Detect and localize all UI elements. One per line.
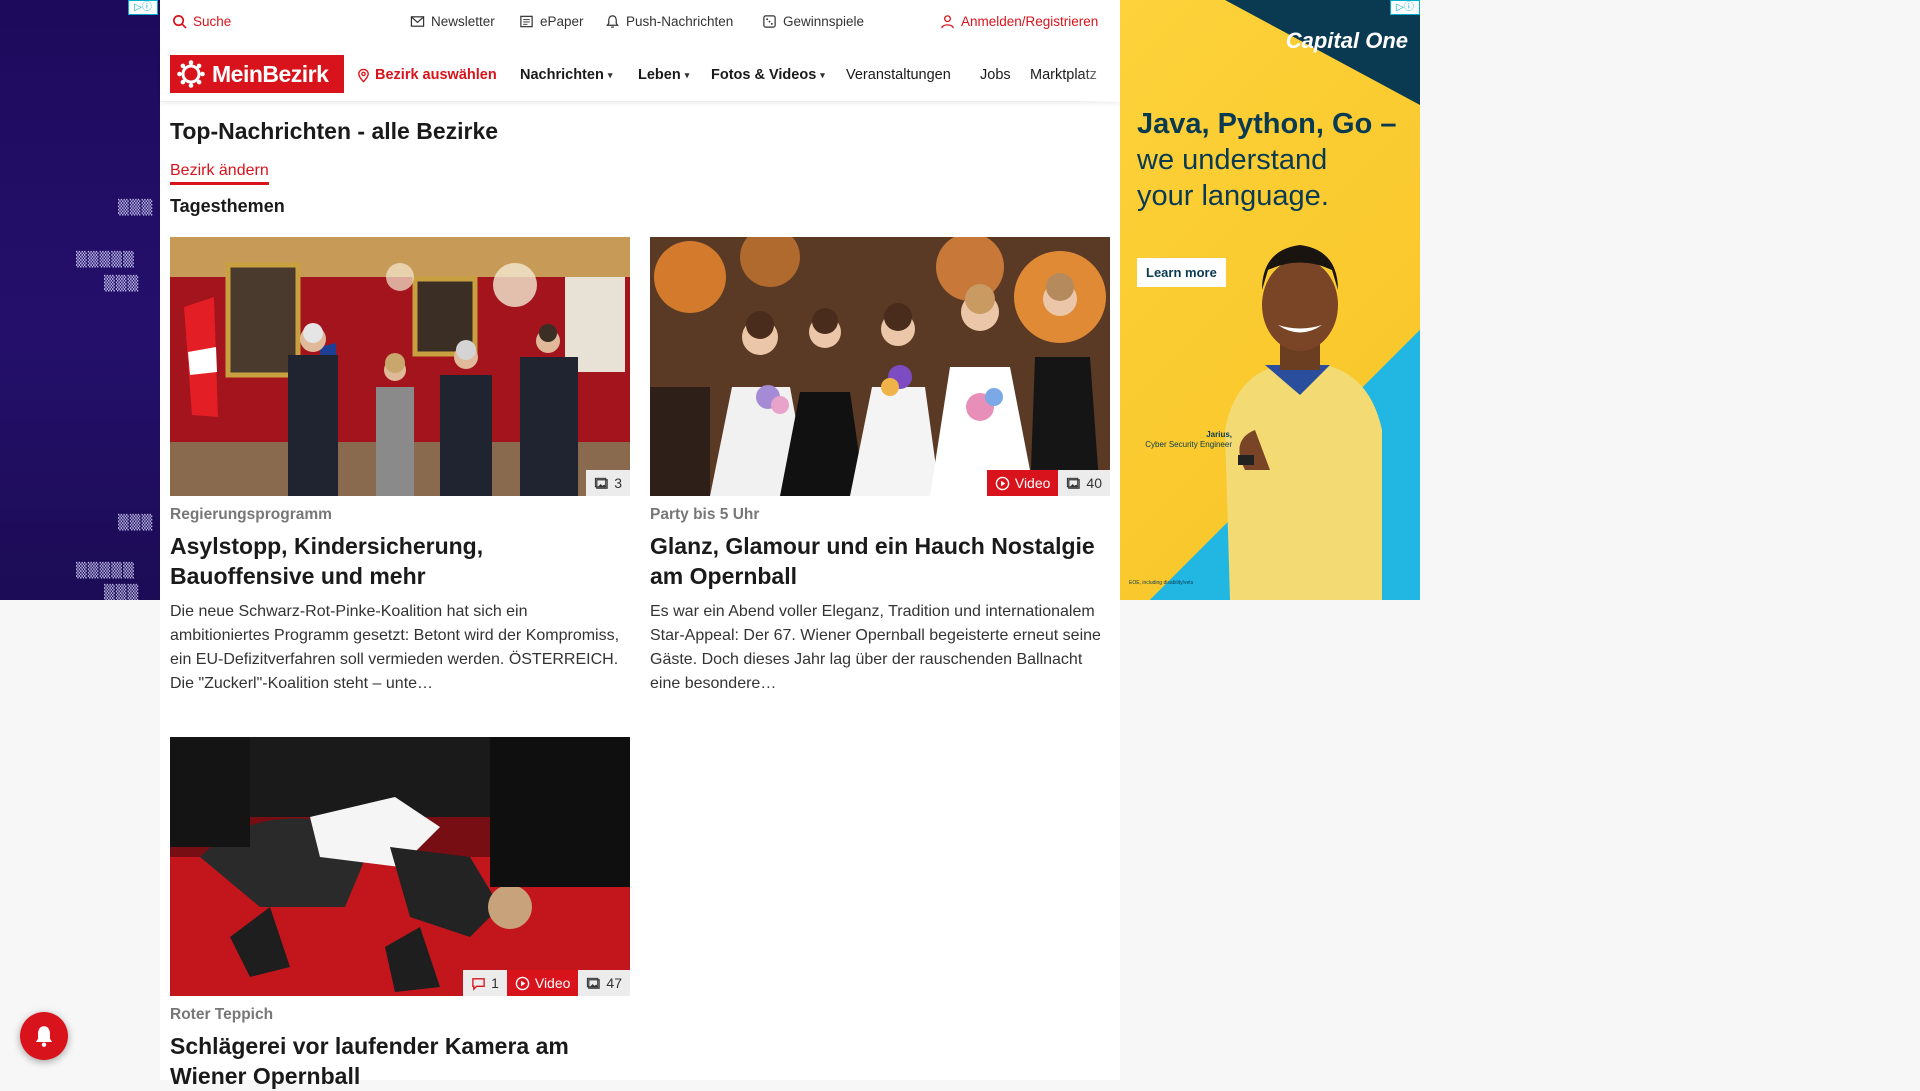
nav-item-events[interactable]: Veranstaltungen: [846, 67, 951, 83]
article-headline[interactable]: Glanz, Glamour und ein Hauch Nostalgie a…: [650, 531, 1110, 591]
nav-item-label: Veranstaltungen: [846, 67, 951, 83]
video-badge: Video: [986, 470, 1059, 496]
media-badges: Video 40: [986, 470, 1110, 496]
search-link[interactable]: Suche: [172, 14, 231, 29]
photo-count-badge: 40: [1058, 470, 1110, 496]
logo-text: MeinBezirk: [212, 60, 329, 87]
nav-item-jobs[interactable]: Jobs: [980, 67, 1011, 83]
gallery-icon: [595, 477, 608, 489]
article-kicker: Roter Teppich: [170, 1006, 274, 1023]
user-icon: [941, 15, 954, 29]
play-icon: [515, 976, 530, 990]
article-kicker: Regierungsprogramm: [170, 506, 332, 523]
photo-count-badge: 3: [586, 470, 630, 496]
nav-item-photos-videos[interactable]: Fotos & Videos ▾: [711, 67, 825, 83]
ad-caption-role: Cyber Security Engineer: [1145, 440, 1232, 449]
epaper-link[interactable]: ePaper: [519, 14, 584, 29]
top-utility-bar: Suche Newsletter ePaper Push-Nachrichten…: [160, 0, 1120, 46]
location-pin-icon: [358, 68, 369, 83]
nav-item-news[interactable]: Nachrichten ▾: [520, 67, 612, 83]
adchoices-icon[interactable]: ▷ⓘ: [128, 0, 158, 15]
article-card[interactable]: Video 40 Party bis 5 Uhr Glanz, Glamour …: [650, 237, 1110, 696]
photo-count: 47: [606, 975, 622, 991]
media-badges: 3: [586, 470, 630, 496]
nav-item-label: Nachrichten: [520, 67, 604, 83]
page-title: Top-Nachrichten - alle Bezirke: [170, 118, 499, 144]
government-photo: [170, 237, 630, 496]
video-label: Video: [534, 975, 571, 991]
dice-icon: [763, 15, 776, 28]
right-skyscraper-ad[interactable]: Capital One Java, Python, Go – we unders…: [1120, 0, 1420, 600]
comment-icon: [472, 977, 485, 991]
newsletter-link[interactable]: Newsletter: [410, 14, 495, 29]
video-badge: Video: [506, 970, 579, 996]
section-title: Tagesthemen: [170, 196, 285, 216]
ad-glitch-graphic: ▒▒▒▒▒: [76, 252, 135, 268]
photo-count: 3: [614, 475, 622, 491]
main-content: Suche Newsletter ePaper Push-Nachrichten…: [160, 0, 1120, 1089]
comment-count-badge: 1: [463, 970, 507, 996]
ad-caption-name: Jarius,: [1206, 430, 1232, 439]
district-selector-label: Bezirk auswählen: [375, 67, 497, 83]
video-label: Video: [1014, 475, 1051, 491]
article-headline[interactable]: Schlägerei vor laufender Kamera am Wiene…: [170, 1031, 630, 1091]
login-label: Anmelden/Registrieren: [961, 14, 1099, 29]
article-image[interactable]: Video 40: [650, 237, 1110, 496]
chevron-down-icon: ▾: [820, 69, 825, 80]
ad-glitch-graphic: ▒▒▒▒▒: [76, 563, 135, 579]
play-icon: [995, 476, 1010, 490]
main-navigation: MeinBezirk Bezirk auswählen Nachrichten ▾…: [160, 46, 1120, 102]
gallery-icon: [1067, 477, 1081, 489]
ad-caption: Jarius, Cyber Security Engineer: [1132, 430, 1232, 450]
nav-item-life[interactable]: Leben ▾: [638, 67, 689, 83]
epaper-label: ePaper: [540, 14, 584, 29]
nav-item-label: Fotos & Videos: [711, 67, 817, 83]
push-notifications-link[interactable]: Push-Nachrichten: [605, 14, 733, 29]
contests-label: Gewinnspiele: [783, 14, 865, 29]
ad-glitch-graphic: ▒▒▒: [118, 515, 154, 531]
photo-count-badge: 47: [578, 970, 630, 996]
chevron-down-icon: ▾: [684, 69, 690, 80]
article-teaser: Die neue Schwarz-Rot-Pinke-Koalition hat…: [170, 603, 620, 692]
newsletter-label: Newsletter: [431, 14, 495, 29]
contests-link[interactable]: Gewinnspiele: [762, 14, 864, 29]
site-logo[interactable]: MeinBezirk: [170, 55, 344, 93]
adchoices-icon[interactable]: ▷ⓘ: [1390, 0, 1420, 15]
comment-count: 1: [491, 975, 499, 991]
push-label: Push-Nachrichten: [626, 14, 734, 29]
bell-icon: [35, 1026, 53, 1047]
ad-glitch-graphic: ▒▒▒: [104, 585, 140, 600]
opera-ball-photo: [650, 237, 1110, 496]
article-card[interactable]: 3 Regierungsprogramm Asylstopp, Kindersi…: [170, 237, 630, 696]
article-teaser: Es war ein Abend voller Eleganz, Traditi…: [650, 603, 1101, 692]
media-badges: 1 Video 47: [463, 970, 630, 996]
left-background-ad[interactable]: ▒▒▒ ▒▒▒▒▒ ▒▒▒ ▒▒▒ ▒▒▒▒▒ ▒▒▒ ▷ⓘ: [0, 0, 160, 600]
article-image[interactable]: 1 Video 47: [170, 737, 630, 996]
bell-icon: [606, 15, 619, 28]
sun-logo-icon: [177, 60, 205, 88]
nav-overflow-fade: [1080, 46, 1120, 102]
article-kicker: Party bis 5 Uhr: [650, 506, 760, 523]
nav-item-label: Jobs: [980, 67, 1011, 83]
article-headline[interactable]: Asylstopp, Kindersicherung, Bauoffensive…: [170, 531, 630, 591]
newspaper-icon: [520, 15, 533, 28]
nav-item-label: Leben: [638, 67, 681, 83]
ad-fineprint: EOE, including disability/vets: [1129, 580, 1194, 586]
push-notification-button[interactable]: [20, 1012, 68, 1060]
article-card[interactable]: 1 Video 47 Roter Teppich Schlägerei vor …: [170, 737, 630, 1091]
gallery-icon: [587, 977, 601, 989]
login-link[interactable]: Anmelden/Registrieren: [940, 14, 1098, 29]
search-label: Suche: [193, 14, 232, 29]
red-carpet-photo: [170, 737, 630, 996]
mail-icon: [410, 16, 425, 27]
ad-person-photo: [1225, 245, 1382, 600]
ad-glitch-graphic: ▒▒▒: [104, 276, 140, 292]
chevron-down-icon: ▾: [607, 69, 613, 80]
change-district-link[interactable]: Bezirk ändern: [170, 162, 269, 185]
article-image[interactable]: 3: [170, 237, 630, 496]
district-selector[interactable]: Bezirk auswählen: [356, 67, 497, 83]
photo-count: 40: [1086, 475, 1102, 491]
ad-glitch-graphic: ▒▒▒: [118, 200, 154, 216]
search-icon: [173, 15, 187, 29]
